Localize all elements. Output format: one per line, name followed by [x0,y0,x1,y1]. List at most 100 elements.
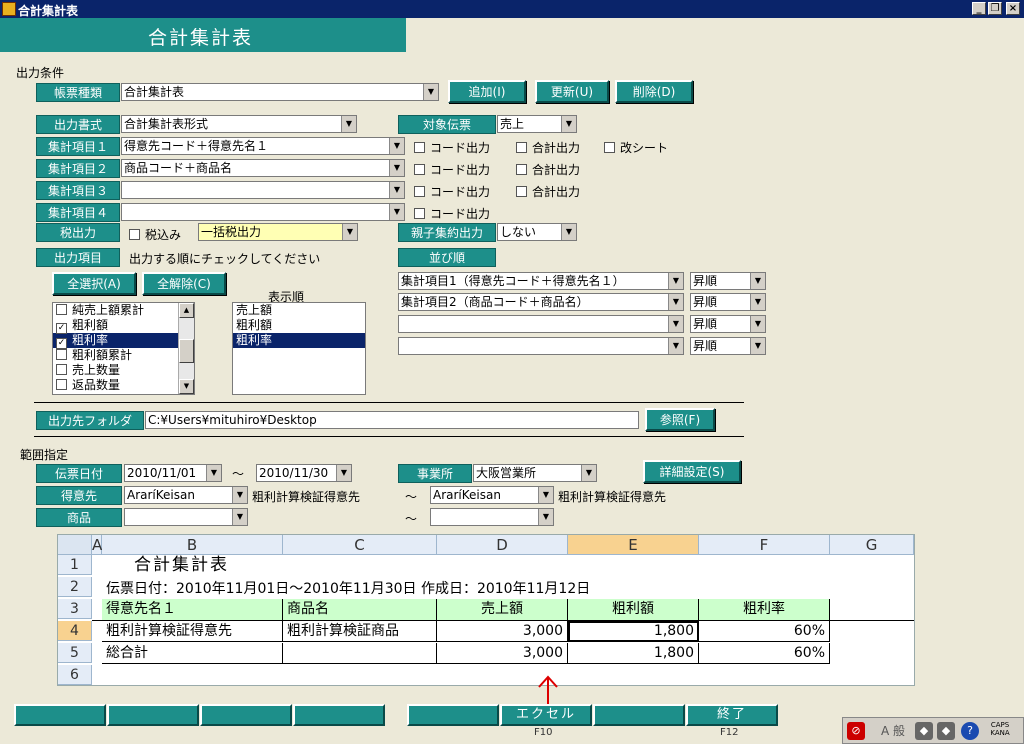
chevron-down-icon: ▼ [750,294,765,310]
display-order-list[interactable]: 売上額 粗利額 粗利率 [232,302,366,395]
select-all-button[interactable]: 全選択(A) [52,272,136,295]
input-mode-icon[interactable]: A 般 [873,722,913,740]
list-item[interactable]: 粗利額累計 [53,348,194,363]
tool-icon[interactable]: ◆ [937,722,955,740]
fkey-f1[interactable] [14,704,106,726]
customer-from-select[interactable]: AraríKeisan ▼ [124,486,248,504]
list-item[interactable]: 売上数量 [53,363,194,378]
item4-code-checkbox[interactable]: コード出力 [414,205,490,222]
divider [34,402,744,403]
sort4-order-select[interactable]: 昇順 ▼ [690,337,766,355]
list-item-selected[interactable]: ✓ 粗利率 [53,333,178,349]
list-item[interactable]: 売上額 [233,303,365,318]
item1-code-checkbox[interactable]: コード出力 [414,139,490,156]
chevron-down-icon: ▼ [342,224,357,240]
row-header-active: 4 [58,621,92,641]
row-header: 5 [58,643,92,663]
table-cell-active: 1,800 [568,621,699,642]
table-cell: 3,000 [437,643,568,664]
fkey-f4[interactable] [293,704,385,726]
target-slip-label: 対象伝票 [398,115,496,134]
folder-input[interactable]: C:¥Users¥mituhiro¥Desktop [145,411,639,429]
product-from-select[interactable]: ▼ [124,508,248,526]
item2-label: 集計項目２ [36,159,120,178]
slip-date-to[interactable]: 2010/11/30 ▼ [256,464,352,482]
item2-code-checkbox[interactable]: コード出力 [414,161,490,178]
minimize-button[interactable]: _ [972,2,986,15]
list-item[interactable]: 返品数量 [53,378,194,393]
tax-included-checkbox[interactable]: 税込み [129,226,181,243]
sort3-select[interactable]: ▼ [398,315,684,333]
sort3-order-select[interactable]: 昇順 ▼ [690,315,766,333]
chevron-down-icon: ▼ [341,116,356,132]
update-button[interactable]: 更新(U) [535,80,609,103]
exit-button[interactable]: 終了 [686,704,778,726]
excel-button[interactable]: エクセル [500,704,592,726]
customer-to-name: 粗利計算検証得意先 [558,490,667,504]
help-icon[interactable]: ? [961,722,979,740]
range-tilde: ～ [405,512,418,526]
tax-output-select[interactable]: 一括税出力 ▼ [198,223,358,241]
caps-kana-indicator: CAPS KANA [990,721,1010,737]
item3-select[interactable]: ▼ [121,181,405,199]
chevron-down-icon: ▼ [232,487,247,503]
slip-date-from[interactable]: 2010/11/01 ▼ [124,464,222,482]
scroll-up-icon[interactable]: ▲ [179,303,194,318]
fkey-label: F12 [720,727,739,738]
fkey-f3[interactable] [200,704,292,726]
list-scrollbar[interactable]: ▲ ▼ [178,303,194,394]
item4-select[interactable]: ▼ [121,203,405,221]
restore-button[interactable]: ❐ [988,2,1002,15]
browse-button[interactable]: 参照(F) [645,408,715,431]
parent-child-select[interactable]: しない ▼ [497,223,577,241]
chevron-down-icon: ▼ [668,338,683,354]
customer-from-name: 粗利計算検証得意先 [252,490,361,504]
sort1-select[interactable]: 集計項目1（得意先コード＋得意先名１） ▼ [398,272,684,290]
item1-sheet-checkbox[interactable]: 改シート [604,139,668,156]
list-item[interactable]: 純売上額累計 [53,303,194,318]
chevron-down-icon: ▼ [668,294,683,310]
item2-total-checkbox[interactable]: 合計出力 [516,161,580,178]
sort4-select[interactable]: ▼ [398,337,684,355]
close-button[interactable]: × [1006,2,1020,15]
item2-select[interactable]: 商品コード＋商品名 ▼ [121,159,405,177]
table-cell: 粗利計算検証商品 [283,621,437,642]
product-to-select[interactable]: ▼ [430,508,554,526]
deselect-all-button[interactable]: 全解除(C) [142,272,226,295]
delete-button[interactable]: 削除(D) [615,80,693,103]
sort2-select[interactable]: 集計項目2（商品コード＋商品名） ▼ [398,293,684,311]
detail-settings-button[interactable]: 詳細設定(S) [643,460,741,483]
list-item-selected[interactable]: 粗利率 [233,333,365,348]
settings-icon[interactable]: ◆ [915,722,933,740]
ime-icon[interactable]: ⊘ [847,722,865,740]
range-label: 範囲指定 [20,448,69,462]
scroll-down-icon[interactable]: ▼ [179,379,194,394]
output-items-hint: 出力する順にチェックしてください [129,252,321,266]
list-item[interactable]: 粗利額 [233,318,365,333]
col-header: A [92,535,103,555]
customer-to-select[interactable]: AraríKeisan ▼ [430,486,554,504]
sort2-order-select[interactable]: 昇順 ▼ [690,293,766,311]
output-item-list[interactable]: 純売上額累計 ✓ 粗利額 ✓ 粗利率 粗利額累計 売上数量 返品数量 ▲ ▼ [52,302,195,395]
office-label: 事業所 [398,464,472,483]
report-type-select[interactable]: 合計集計表 ▼ [121,83,439,101]
office-select[interactable]: 大阪営業所 ▼ [473,464,597,482]
fkey-f9[interactable] [407,704,499,726]
chevron-down-icon: ▼ [750,316,765,332]
item1-select[interactable]: 得意先コード＋得意先名１ ▼ [121,137,405,155]
item3-total-checkbox[interactable]: 合計出力 [516,183,580,200]
item3-code-checkbox[interactable]: コード出力 [414,183,490,200]
add-button[interactable]: 追加(I) [448,80,526,103]
row-header: 2 [58,577,92,597]
scroll-thumb[interactable] [179,339,194,363]
fkey-f11[interactable] [593,704,685,726]
output-format-select[interactable]: 合計集計表形式 ▼ [121,115,357,133]
row-header: 6 [58,665,92,685]
target-slip-select[interactable]: 売上 ▼ [497,115,577,133]
fkey-f2[interactable] [107,704,199,726]
list-item[interactable]: ✓ 粗利額 [53,318,194,334]
chevron-down-icon: ▼ [668,316,683,332]
sort1-order-select[interactable]: 昇順 ▼ [690,272,766,290]
sheet-subtitle: 伝票日付：2010年11月01日～2010年11月30日 作成日：2010年11… [106,581,591,597]
item1-total-checkbox[interactable]: 合計出力 [516,139,580,156]
